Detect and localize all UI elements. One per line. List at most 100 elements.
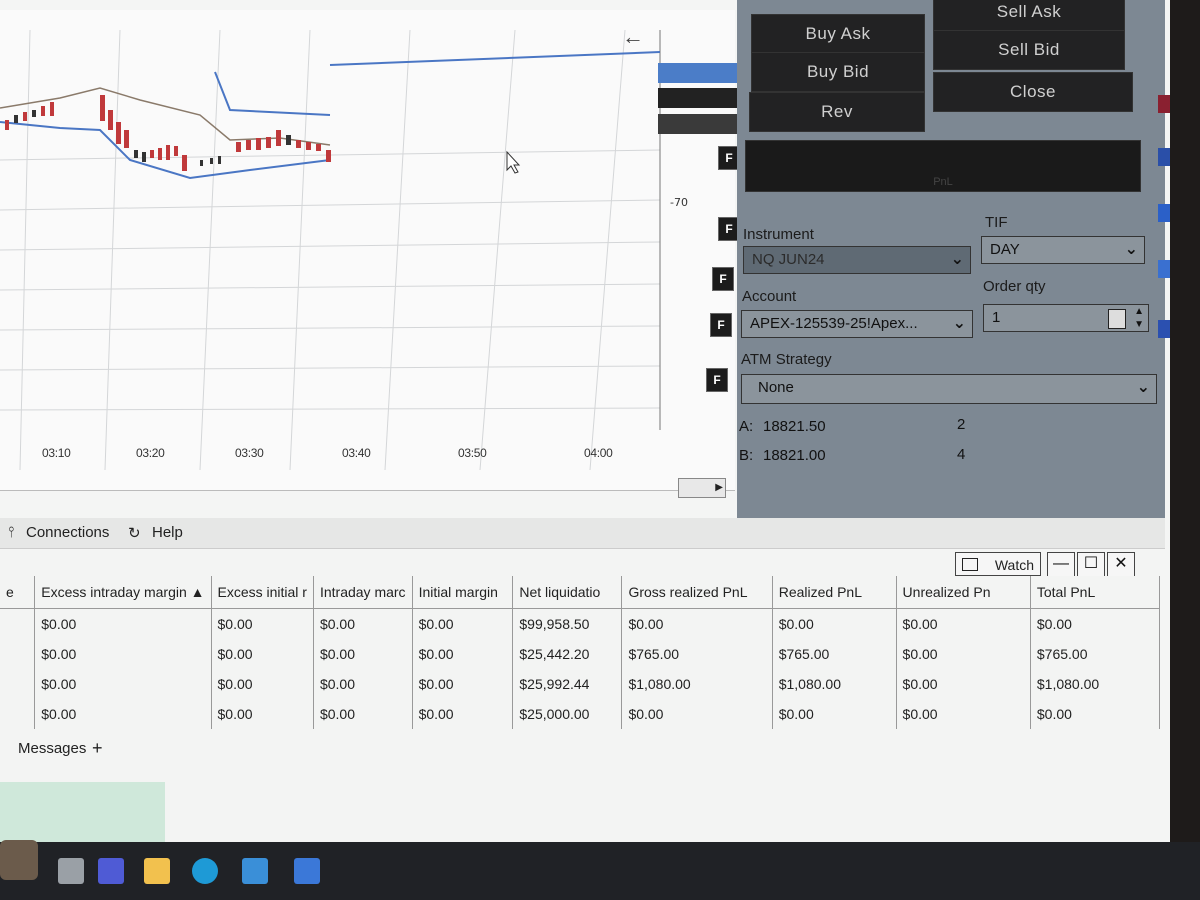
table-row[interactable]: $0.00 $0.00 $0.00 $0.00 $99,958.50 $0.00… <box>0 608 1161 639</box>
table-cell: $0.00 <box>313 608 413 639</box>
buy-ask-button[interactable]: Buy Ask <box>751 14 925 54</box>
edge-browser-icon[interactable] <box>192 858 218 884</box>
column-header[interactable]: Net liquidatio <box>512 576 623 609</box>
chevron-down-icon: ⌄ <box>1136 379 1150 396</box>
table-cell: $0.00 <box>412 699 514 729</box>
account-label: Account <box>742 288 797 305</box>
time-label: 03:30 <box>235 446 264 460</box>
minimize-icon[interactable]: — <box>1047 552 1075 578</box>
column-header[interactable]: Initial margin <box>412 576 514 609</box>
table-row[interactable]: $0.00 $0.00 $0.00 $0.00 $25,442.20 $765.… <box>0 639 1161 669</box>
connections-menu[interactable]: Connections <box>26 524 109 541</box>
app-icon[interactable] <box>1158 260 1170 278</box>
back-arrow-icon[interactable]: ← <box>622 24 644 50</box>
chart-scrollbar[interactable]: ▶ <box>678 478 726 498</box>
status-area <box>0 782 165 844</box>
table-cell <box>0 608 36 639</box>
tif-select[interactable]: DAY ⌄ <box>981 236 1145 264</box>
time-axis: 03:10 03:20 03:30 03:40 03:50 04:00 <box>0 446 700 466</box>
table-cell: $0.00 <box>34 669 212 699</box>
column-header[interactable]: e <box>0 576 36 609</box>
table-cell: $1,080.00 <box>1030 669 1161 699</box>
sell-bid-button[interactable]: Sell Bid <box>933 30 1125 70</box>
app-icon[interactable] <box>1158 320 1170 338</box>
close-position-button[interactable]: Close <box>933 72 1133 112</box>
maximize-icon[interactable]: ☐ <box>1077 552 1105 578</box>
table-cell: $0.00 <box>621 699 773 729</box>
mail-icon[interactable] <box>294 858 320 884</box>
plug-icon[interactable]: ⫯ <box>8 524 15 541</box>
table-cell: $0.00 <box>621 608 773 639</box>
tv-icon <box>962 558 978 571</box>
table-cell: $0.00 <box>211 699 314 729</box>
widgets-icon[interactable] <box>0 840 38 880</box>
windows-taskbar <box>0 842 1200 900</box>
reverse-button[interactable]: Rev <box>749 92 925 132</box>
column-header[interactable]: Total PnL <box>1030 576 1161 609</box>
app-icon[interactable] <box>1158 95 1170 113</box>
table-cell <box>0 699 36 729</box>
column-header[interactable]: Excess initial r <box>211 576 314 609</box>
order-qty-input[interactable]: 1 ▲ ▼ <box>983 304 1149 332</box>
table-cell: $0.00 <box>313 669 413 699</box>
watch-button[interactable]: Watch <box>955 552 1041 576</box>
flatten-button-4[interactable]: F <box>710 313 732 337</box>
chevron-down-icon: ⌄ <box>950 251 964 268</box>
app-icon[interactable] <box>1158 148 1170 166</box>
table-cell: $0.00 <box>211 639 314 669</box>
table-cell: $0.00 <box>34 699 212 729</box>
time-label: 04:00 <box>584 446 613 460</box>
spinner-icon[interactable]: ▲ ▼ <box>1134 305 1144 331</box>
table-row[interactable]: $0.00 $0.00 $0.00 $0.00 $25,992.44 $1,08… <box>0 669 1161 699</box>
time-label: 03:50 <box>458 446 487 460</box>
table-row[interactable]: $0.00 $0.00 $0.00 $0.00 $25,000.00 $0.00… <box>0 699 1161 729</box>
table-cell: $0.00 <box>896 639 1031 669</box>
table-header-row: e Excess intraday margin ▲ Excess initia… <box>0 576 1161 609</box>
price-chart[interactable]: ← -70 F F F F F 03:10 03:20 03:30 03:40 … <box>0 10 740 498</box>
column-header[interactable]: Intraday marc <box>313 576 413 609</box>
sell-ask-button[interactable]: Sell Ask <box>933 0 1125 32</box>
pnl-display: PnL <box>745 140 1141 192</box>
tif-label: TIF <box>985 214 1008 231</box>
flatten-button-3[interactable]: F <box>712 267 734 291</box>
pnl-label: PnL <box>933 176 953 188</box>
tif-value: DAY <box>990 241 1020 258</box>
column-header[interactable]: Gross realized PnL <box>621 576 773 609</box>
price-axis-label: -70 <box>670 196 688 209</box>
refresh-icon[interactable]: ↻ <box>128 524 141 542</box>
help-menu[interactable]: Help <box>152 524 183 541</box>
instrument-value: NQ JUN24 <box>752 251 825 268</box>
app-icon[interactable] <box>1158 204 1170 222</box>
scroll-right-icon[interactable]: ▶ <box>715 482 723 493</box>
table-cell: $25,992.44 <box>512 669 623 699</box>
time-label: 03:10 <box>42 446 71 460</box>
atm-strategy-select[interactable]: None ⌄ <box>741 374 1157 404</box>
ask-label: A: <box>739 418 754 435</box>
teams-icon[interactable] <box>98 858 124 884</box>
table-cell: $0.00 <box>412 639 514 669</box>
table-cell: $0.00 <box>313 699 413 729</box>
store-icon[interactable] <box>242 858 268 884</box>
column-header[interactable]: Realized PnL <box>772 576 897 609</box>
table-cell: $0.00 <box>772 608 897 639</box>
table-cell: $0.00 <box>896 669 1031 699</box>
flatten-button-5[interactable]: F <box>706 368 728 392</box>
main-toolbar: ⫯ Connections ↻ Help <box>0 518 1165 549</box>
buy-bid-button[interactable]: Buy Bid <box>751 52 925 92</box>
task-view-icon[interactable] <box>58 858 84 884</box>
price-tag-mid <box>658 88 738 108</box>
table-cell: $0.00 <box>211 669 314 699</box>
add-tab-button[interactable]: + <box>92 738 103 759</box>
close-icon[interactable]: ✕ <box>1107 552 1135 578</box>
calculator-icon[interactable] <box>1108 309 1126 329</box>
order-entry-panel: Buy Ask Sell Ask Buy Bid Sell Bid Rev Cl… <box>737 0 1165 520</box>
account-select[interactable]: APEX-125539-25!Apex... ⌄ <box>741 310 973 338</box>
column-header[interactable]: Unrealized Pn <box>896 576 1031 609</box>
price-tag-lower <box>658 114 738 134</box>
column-header[interactable]: Excess intraday margin ▲ <box>34 576 212 609</box>
instrument-select[interactable]: NQ JUN24 ⌄ <box>743 246 971 274</box>
file-explorer-icon[interactable] <box>144 858 170 884</box>
table-cell: $0.00 <box>313 639 413 669</box>
tab-messages[interactable]: Messages <box>18 740 86 757</box>
table-cell: $0.00 <box>896 608 1031 639</box>
